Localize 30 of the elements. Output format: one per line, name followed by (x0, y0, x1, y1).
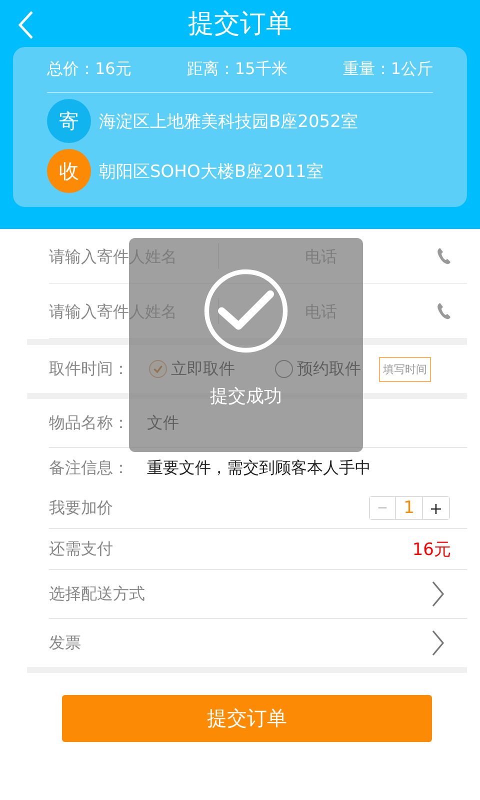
markup-label: 我要加价 (49, 498, 113, 518)
summary-stat: 重量：1公斤 (342, 59, 433, 80)
menu-item[interactable]: 选择配送方式 (49, 584, 145, 604)
menu-item[interactable]: 发票 (49, 632, 81, 654)
option-label[interactable]: 预约取件 (297, 358, 361, 380)
notes-value: 重要文件，需交到顾客本人手中 (147, 458, 371, 478)
address-badge: 收 (47, 149, 91, 193)
minus-button[interactable]: − (370, 497, 396, 519)
checkmark-icon (203, 268, 289, 354)
toast-message: 提交成功 (210, 385, 282, 408)
option-label[interactable]: 立即取件 (171, 358, 235, 380)
address-text: 海淀区上地雅美科技园B座2052室 (99, 110, 358, 132)
time-button[interactable]: 填写时间 (379, 356, 431, 382)
payment-amount: 16元 (412, 538, 451, 560)
back-icon[interactable] (18, 10, 34, 40)
summary-stat: 距离：15千米 (186, 59, 288, 80)
summary-stat: 总价：16元 (47, 59, 132, 80)
pickup-label: 取件时间： (49, 358, 130, 380)
phone-icon[interactable] (437, 302, 451, 320)
item-value: 文件 (147, 412, 179, 434)
address-text: 朝阳区SOHO大楼B座2011室 (99, 160, 324, 182)
address-badge: 寄 (47, 99, 91, 143)
chevron-right-icon[interactable] (431, 629, 445, 657)
page-title: 提交订单 (188, 8, 292, 41)
payment-label: 还需支付 (49, 538, 113, 560)
item-label: 物品名称： (49, 412, 129, 434)
chevron-right-icon[interactable] (431, 580, 445, 608)
notes-label: 备注信息： (49, 458, 129, 478)
submit-button[interactable]: 提交订单 (62, 695, 432, 742)
phone-icon[interactable] (437, 247, 451, 265)
